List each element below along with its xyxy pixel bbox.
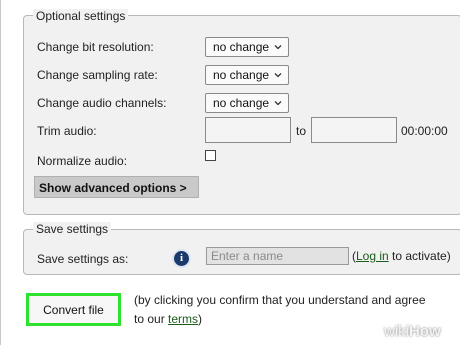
normalize-audio-checkbox[interactable] (205, 150, 216, 161)
login-suffix: to activate) (388, 249, 451, 263)
trim-audio-label: Trim audio: (37, 124, 97, 138)
terms-link[interactable]: terms (168, 312, 198, 326)
login-note: (Log in to activate) (352, 249, 451, 263)
bit-resolution-label: Change bit resolution: (37, 40, 154, 54)
save-settings-legend: Save settings (33, 222, 112, 236)
sampling-rate-value: no change (213, 68, 270, 82)
watermark-how: How (409, 323, 441, 340)
sampling-rate-select[interactable]: no change (205, 65, 289, 85)
bit-resolution-value: no change (213, 40, 270, 54)
login-link[interactable]: Log in (356, 249, 389, 263)
save-settings-label: Save settings as: (37, 252, 129, 266)
trim-end-input[interactable] (311, 117, 397, 143)
bit-resolution-select[interactable]: no change (205, 37, 289, 57)
convert-note-line1: (by clicking you confirm that you unders… (134, 293, 426, 307)
trim-end-time: 00:00:00 (401, 124, 448, 138)
save-name-input[interactable]: Enter a name (206, 247, 349, 265)
trim-to-label: to (296, 124, 307, 138)
audio-channels-select[interactable]: no change (205, 93, 289, 113)
info-icon[interactable]: i (172, 249, 191, 268)
audio-channels-value: no change (213, 96, 270, 110)
chevron-down-icon (274, 45, 282, 50)
convert-note-prefix: to our (134, 312, 169, 326)
show-advanced-options-button[interactable]: Show advanced options > (34, 176, 199, 198)
audio-channels-label: Change audio channels: (37, 96, 167, 110)
normalize-audio-label: Normalize audio: (37, 154, 128, 168)
chevron-down-icon (274, 101, 282, 106)
wikihow-watermark: wikiHow (384, 323, 441, 340)
sampling-rate-label: Change sampling rate: (37, 68, 158, 82)
chevron-down-icon (274, 73, 282, 78)
convert-note-suffix: ) (198, 312, 203, 326)
optional-settings-legend: Optional settings (33, 9, 129, 23)
watermark-wiki: wiki (384, 323, 409, 340)
convert-note-line2: to our terms) (134, 312, 202, 326)
trim-start-input[interactable] (205, 117, 291, 143)
left-edge-divider (0, 0, 1, 345)
convert-file-button[interactable]: Convert file (26, 293, 121, 326)
